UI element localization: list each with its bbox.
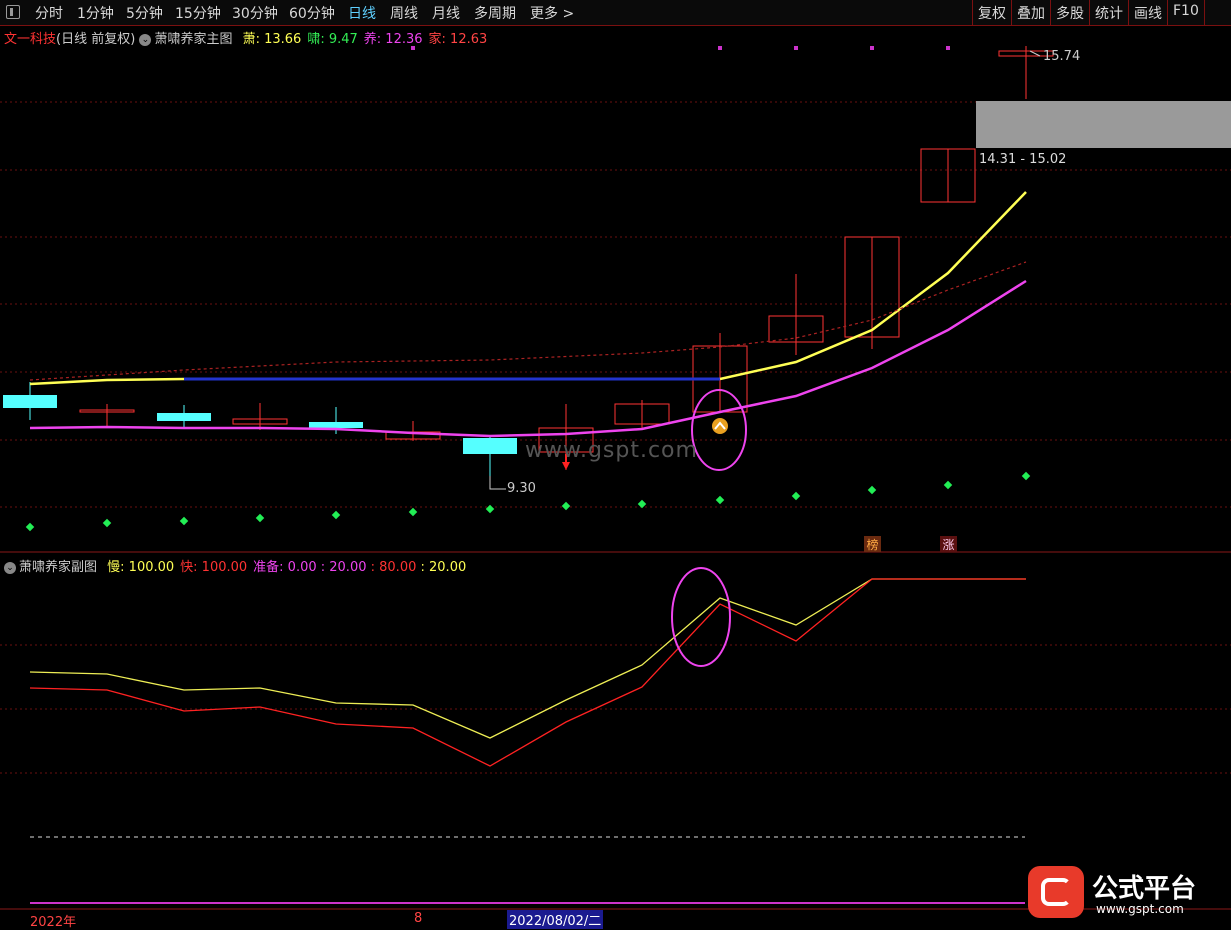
chart-mode: (日线 前复权) <box>56 32 136 47</box>
sub-value-0: 慢: 100.00 <box>107 560 175 575</box>
yellow-line-right <box>719 191 1027 381</box>
stock-name: 文一科技 <box>4 32 57 47</box>
sub-extra-value-0: : 20.00 <box>316 560 367 575</box>
logo-mark-icon <box>1028 866 1084 918</box>
sub-extra-value-2: : 20.00 <box>416 560 467 575</box>
sub-legend: ⌄ 萧啸养家副图 慢: 100.00 快: 100.00 准备: 0.00 : 20.… <box>4 556 466 575</box>
rank-tag[interactable]: 榜 <box>864 536 881 552</box>
slow-line <box>29 578 1026 739</box>
yellow-line-left <box>29 377 185 386</box>
magenta-dot <box>718 46 722 50</box>
highlight-ellipse-sub <box>671 567 731 667</box>
green-dot <box>408 507 418 517</box>
candle-body-down <box>463 438 517 454</box>
green-dot <box>637 499 647 509</box>
gspt-logo: 公式平台 www.gspt.com <box>1022 862 1222 922</box>
sub-indicator-menu-icon[interactable]: ⌄ <box>4 562 16 574</box>
rise-tag[interactable]: 涨 <box>940 536 957 552</box>
candle-body-down <box>157 413 211 421</box>
green-dot <box>179 516 189 526</box>
sub-value-1: 快: 100.00 <box>180 560 248 575</box>
green-dot <box>485 504 495 514</box>
main-legend: 文一科技(日线 前复权) ⌄ 萧啸养家主图 萧: 13.66 啸: 9.47 养: 1… <box>4 28 487 47</box>
logo-url: www.gspt.com <box>1096 902 1184 916</box>
year-label: 2022年 <box>30 915 77 930</box>
high-price-label: 15.74 <box>1043 49 1081 64</box>
magenta-dot <box>946 46 950 50</box>
buy-signal-icon <box>712 418 728 434</box>
green-dot <box>25 522 35 532</box>
main-value-2: 养: 12.36 <box>363 32 423 47</box>
candle-body-down <box>309 422 363 428</box>
sub-extra-value-1: : 80.00 <box>366 560 417 575</box>
green-dot <box>1021 471 1031 481</box>
green-dot <box>867 485 877 495</box>
green-dot <box>331 510 341 520</box>
main-value-3: 家: 12.63 <box>428 32 488 47</box>
high-arrow-icon <box>1029 50 1041 57</box>
green-dot <box>943 480 953 490</box>
green-dot <box>561 501 571 511</box>
main-grid <box>0 101 1231 553</box>
chart-canvas[interactable] <box>0 0 1231 929</box>
main-indicator-values: 萧: 13.66 啸: 9.47 养: 12.36 家: 12.63 <box>237 32 488 47</box>
green-dot <box>791 491 801 501</box>
magenta-dot <box>870 46 874 50</box>
green-dot <box>715 495 725 505</box>
month-label: 8 <box>414 911 423 926</box>
fast-line <box>29 578 1026 767</box>
watermark: www.gspt.com <box>525 438 698 463</box>
low-arrow-icon <box>489 476 506 490</box>
indicator-menu-icon[interactable]: ⌄ <box>139 34 152 46</box>
sub-indicator-values: 慢: 100.00 快: 100.00 准备: 0.00 : 20.00 : 80.… <box>101 560 466 575</box>
sub-indicator-name[interactable]: 萧啸养家副图 <box>19 560 97 575</box>
cursor-date-label: 2022/08/02/二 <box>507 910 604 929</box>
green-dot <box>102 518 112 528</box>
logo-name: 公式平台 <box>1092 874 1197 904</box>
target-range-label: 14.31 - 15.02 <box>979 152 1067 167</box>
sub-value-2: 准备: 0.00 <box>253 560 317 575</box>
main-indicator-name[interactable]: 萧啸养家主图 <box>154 32 232 47</box>
sub-chart-layer <box>29 567 1026 767</box>
dashed-red-line <box>29 261 1027 381</box>
main-value-0: 萧: 13.66 <box>242 32 302 47</box>
candle-body-down <box>3 395 57 408</box>
low-price-label: 9.30 <box>507 481 536 496</box>
magenta-dot <box>794 46 798 50</box>
target-zone <box>976 101 1231 148</box>
green-dot <box>255 513 265 523</box>
main-value-1: 啸: 9.47 <box>307 32 358 47</box>
